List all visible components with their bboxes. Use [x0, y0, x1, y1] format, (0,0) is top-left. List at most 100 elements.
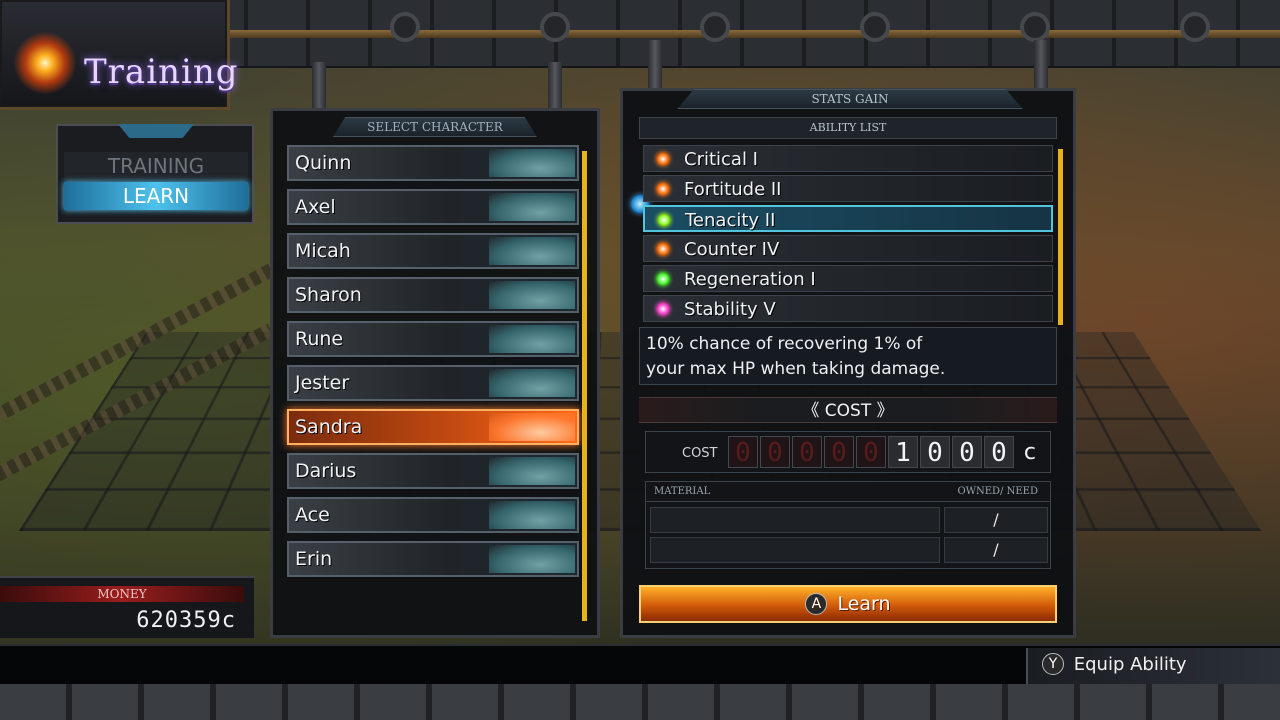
learn-button-label: Learn [837, 593, 891, 615]
character-row-ace[interactable]: Ace [287, 497, 579, 533]
scrollbar-thumb[interactable] [582, 151, 587, 621]
cost-digit: 0 [824, 436, 854, 468]
ability-scrollbar[interactable] [1058, 149, 1063, 325]
material-owned-need: / [944, 537, 1048, 563]
ability-row[interactable]: Critical I [643, 145, 1053, 172]
ability-row[interactable]: Stability V [643, 295, 1053, 322]
ability-description: 10% chance of recovering 1% of your max … [639, 327, 1057, 385]
ability-list-header: ABILITY LIST [639, 117, 1057, 139]
character-name: Rune [295, 328, 344, 350]
character-list: Quinn Axel Micah Sharon Rune Jester Sand… [287, 145, 579, 585]
ability-row-selected[interactable]: Tenacity II [643, 205, 1053, 232]
character-name: Quinn [295, 152, 352, 174]
title-badge: Training [0, 0, 238, 110]
gear-icon [1020, 12, 1050, 42]
gear-icon [860, 12, 890, 42]
character-name: Sandra [295, 416, 363, 438]
cost-digit: 0 [920, 436, 950, 468]
character-portrait [489, 545, 575, 573]
cost-digit: 1 [888, 436, 918, 468]
ability-name: Counter IV [684, 239, 780, 260]
character-row-axel[interactable]: Axel [287, 189, 579, 225]
money-label: MONEY [0, 586, 244, 602]
character-row-erin[interactable]: Erin [287, 541, 579, 577]
stats-gain-panel: STATS GAIN ABILITY LIST Critical I Forti… [620, 88, 1076, 638]
material-name [650, 507, 940, 533]
description-line: your max HP when taking damage. [646, 359, 946, 379]
ability-name: Regeneration I [684, 269, 816, 290]
character-row-quinn[interactable]: Quinn [287, 145, 579, 181]
ability-row[interactable]: Counter IV [643, 235, 1053, 262]
character-portrait [489, 237, 575, 265]
character-portrait [489, 149, 575, 177]
mode-learn[interactable]: LEARN [64, 182, 248, 210]
ability-row[interactable]: Fortitude II [643, 175, 1053, 202]
stats-gain-header: STATS GAIN [677, 89, 1023, 109]
gear-icon [1180, 12, 1210, 42]
cost-digits: 0 0 0 0 0 1 0 0 0 [728, 436, 1014, 468]
mode-menu: TRAINING LEARN [56, 124, 254, 224]
hanger [548, 62, 562, 112]
material-row: / [650, 537, 1048, 563]
character-portrait [489, 457, 575, 485]
hanger [648, 40, 662, 90]
material-name [650, 537, 940, 563]
ability-gem-icon [656, 272, 670, 286]
ability-gem-icon [656, 182, 670, 196]
character-row-micah[interactable]: Micah [287, 233, 579, 269]
gear-icon [390, 12, 420, 42]
ability-name: Fortitude II [684, 179, 782, 200]
cost-digit: 0 [728, 436, 758, 468]
money-value: 620359c [136, 608, 236, 633]
ability-gem-icon [656, 152, 670, 166]
character-row-rune[interactable]: Rune [287, 321, 579, 357]
character-row-sharon[interactable]: Sharon [287, 277, 579, 313]
equip-ability-label: Equip Ability [1073, 654, 1187, 675]
character-portrait [489, 369, 575, 397]
cost-digit: 0 [760, 436, 790, 468]
character-row-jester[interactable]: Jester [287, 365, 579, 401]
cost-digit: 0 [952, 436, 982, 468]
bottom-rail [0, 684, 1280, 720]
gear-icon [540, 12, 570, 42]
learn-button[interactable]: A Learn [639, 585, 1057, 623]
hanger [1034, 40, 1048, 90]
character-portrait [489, 413, 575, 441]
ability-name: Critical I [684, 149, 758, 170]
cost-digit: 0 [792, 436, 822, 468]
money-panel: MONEY 620359c [0, 576, 254, 638]
ability-name: Tenacity II [685, 210, 776, 231]
character-portrait [489, 325, 575, 353]
character-name: Axel [295, 196, 336, 218]
character-name: Darius [295, 460, 357, 482]
character-scrollbar[interactable] [582, 151, 587, 621]
character-row-darius[interactable]: Darius [287, 453, 579, 489]
character-name: Jester [295, 372, 350, 394]
gear-icon [700, 12, 730, 42]
cost-unit: c [1023, 440, 1036, 465]
a-button-icon: A [805, 593, 828, 615]
material-table: MATERIAL OWNED/ NEED / / [645, 481, 1051, 569]
cost-digit: 0 [984, 436, 1014, 468]
character-portrait [489, 281, 575, 309]
character-name: Micah [295, 240, 351, 262]
y-button-icon: Y [1042, 653, 1064, 675]
character-portrait [489, 501, 575, 529]
material-table-header: MATERIAL OWNED/ NEED [646, 482, 1050, 502]
training-orb-icon [14, 32, 76, 94]
material-owned-need: / [944, 507, 1048, 533]
ability-gem-icon [656, 242, 670, 256]
owned-need-column-header: OWNED/ NEED [957, 486, 1038, 497]
ability-gem-icon [656, 302, 670, 316]
equip-ability-button[interactable]: Y Equip Ability [1026, 648, 1280, 684]
select-character-header: SELECT CHARACTER [333, 117, 537, 137]
mode-training[interactable]: TRAINING [64, 152, 248, 180]
menu-cap [118, 124, 194, 138]
hanger [312, 62, 326, 112]
material-row: / [650, 507, 1048, 533]
character-row-sandra[interactable]: Sandra [287, 409, 579, 445]
top-rail-bar [230, 30, 1280, 38]
ability-row[interactable]: Regeneration I [643, 265, 1053, 292]
description-line: 10% chance of recovering 1% of [646, 334, 923, 354]
cost-title: 《 COST 》 [639, 397, 1057, 423]
